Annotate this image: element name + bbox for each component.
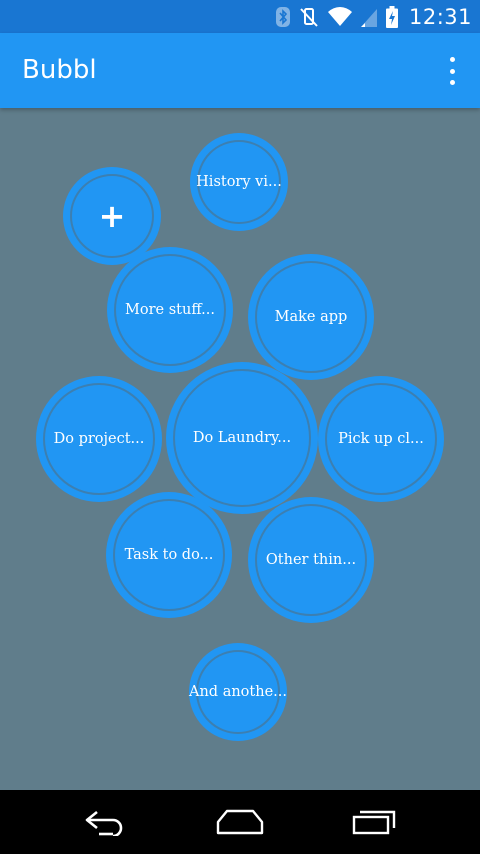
bubble-more-stuff[interactable]: More stuff... — [107, 247, 233, 373]
recents-icon — [352, 810, 396, 835]
bubble-label: And anothe... — [189, 684, 287, 700]
home-icon — [216, 809, 264, 835]
status-bar: 12:31 — [0, 0, 480, 33]
bubble-label: Make app — [274, 309, 348, 325]
more-vert-icon — [449, 57, 455, 62]
add-icon: + — [98, 197, 126, 235]
bubble-history[interactable]: History vi... — [190, 133, 288, 231]
status-time: 12:31 — [408, 4, 472, 29]
bubble-label: Do project... — [53, 431, 145, 447]
bubble-make-app[interactable]: Make app — [248, 254, 374, 380]
home-button[interactable] — [210, 804, 270, 840]
app-title: Bubbl — [22, 55, 97, 85]
status-icons: 12:31 — [275, 0, 472, 33]
bubble-label: Pick up cl... — [338, 431, 424, 447]
bubble-label: Do Laundry... — [192, 430, 292, 446]
bubble-label: Other thin... — [265, 552, 357, 568]
bubble-other-thin[interactable]: Other thin... — [248, 497, 374, 623]
bubble-label: More stuff... — [125, 302, 215, 318]
bubble-do-project[interactable]: Do project... — [36, 376, 162, 502]
bubble-label: Task to do... — [124, 547, 214, 563]
bubble-label: History vi... — [196, 174, 282, 190]
bubble-task-to-do[interactable]: Task to do... — [106, 492, 232, 618]
wifi-icon — [327, 6, 352, 26]
back-button[interactable] — [76, 804, 136, 840]
bubble-and-another[interactable]: And anothe... — [189, 643, 287, 741]
bluetooth-icon — [275, 6, 290, 27]
more-options-button[interactable] — [444, 57, 460, 85]
bubble-pick-up[interactable]: Pick up cl... — [318, 376, 444, 502]
bubble-do-laundry[interactable]: Do Laundry... — [166, 362, 318, 514]
back-icon — [85, 810, 123, 836]
battery-charging-icon — [385, 5, 398, 28]
recents-button[interactable] — [344, 804, 404, 840]
vibrate-off-icon — [300, 7, 318, 27]
bubble-canvas: + History vi... More stuff... Make app D… — [0, 108, 480, 790]
system-nav-bar — [0, 790, 480, 854]
signal-icon — [360, 8, 377, 27]
app-bar: Bubbl — [0, 33, 480, 108]
